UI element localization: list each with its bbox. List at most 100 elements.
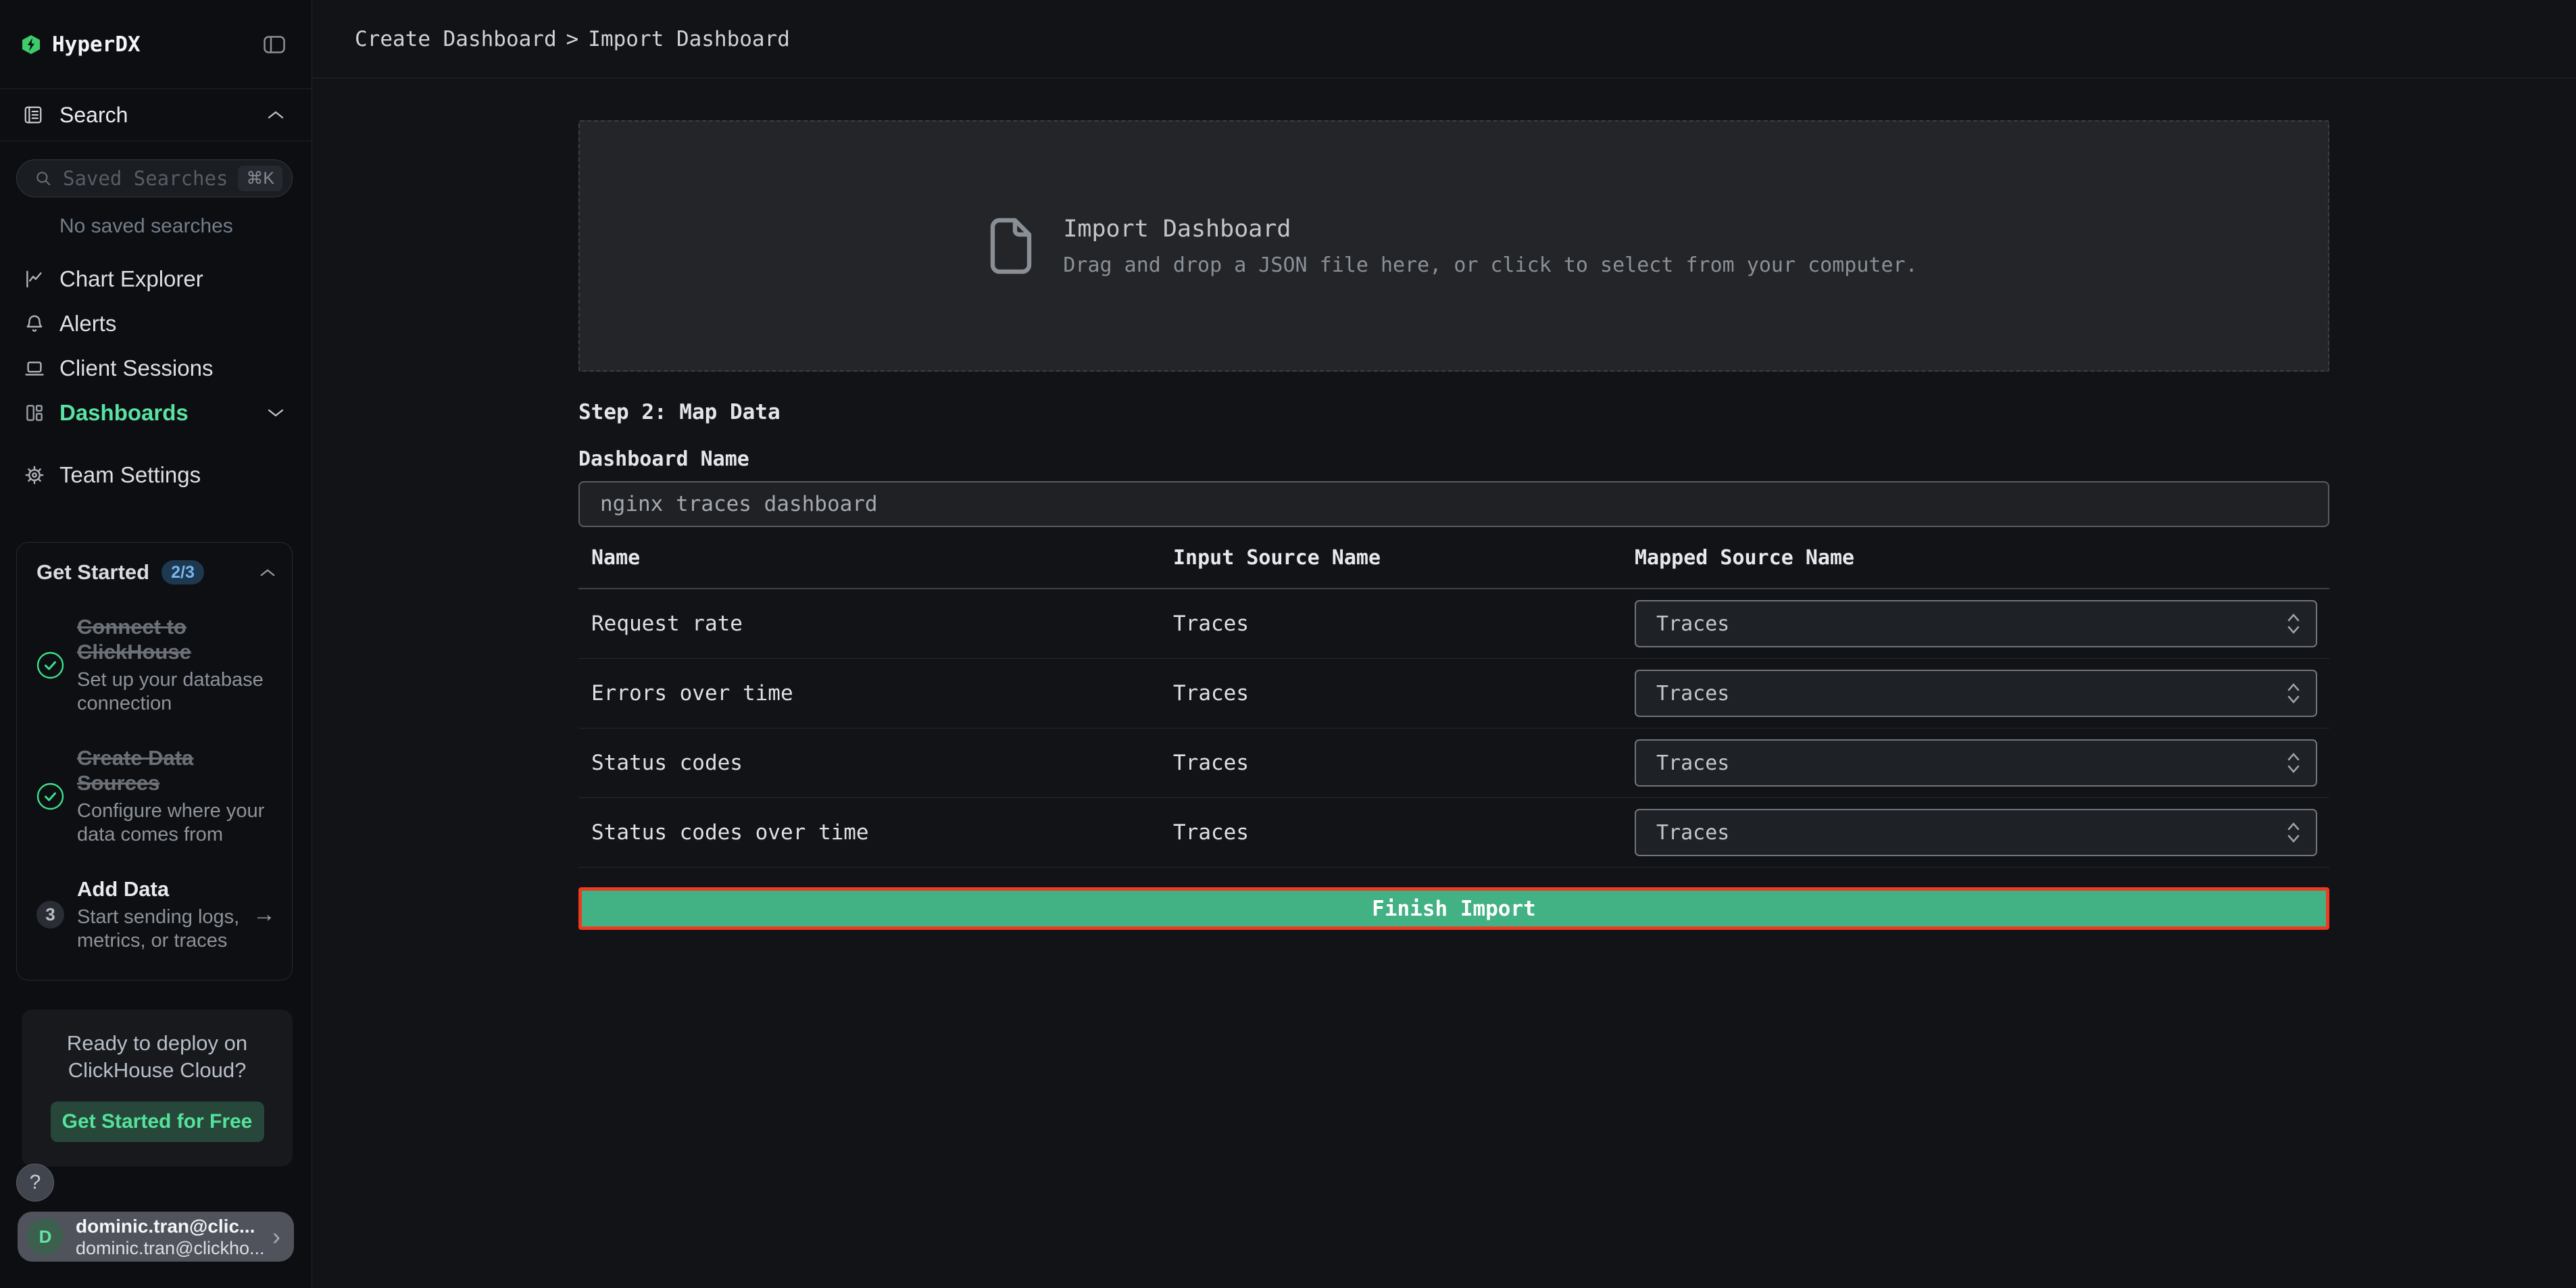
user-email: dominic.tran@clickho... — [76, 1237, 267, 1259]
search-section-icon — [23, 105, 43, 125]
selected-source: Traces — [1656, 682, 1729, 705]
clickhouse-cloud-card: Ready to deploy on ClickHouse Cloud? Get… — [22, 1010, 293, 1166]
breadcrumb-create-dashboard[interactable]: Create Dashboard — [355, 27, 557, 51]
sidebar-item-client-sessions[interactable]: Client Sessions — [0, 346, 312, 391]
keyboard-shortcut-badge: ⌘K — [238, 166, 282, 191]
mapping-table: Name Input Source Name Mapped Source Nam… — [578, 527, 2329, 868]
chart-icon — [24, 269, 45, 289]
cloud-card-text-line2: ClickHouse Cloud? — [22, 1057, 293, 1084]
table-row: Errors over time Traces Traces — [578, 659, 2329, 728]
select-chevrons-icon — [2286, 751, 2301, 774]
app-title: HyperDX — [52, 32, 263, 57]
input-source-cell: Traces — [1173, 820, 1635, 845]
sidebar-item-dashboards[interactable]: Dashboards — [0, 391, 312, 435]
get-started-title: Get Started — [36, 560, 149, 585]
finish-import-label: Finish Import — [1372, 897, 1536, 921]
dashboard-name-label: Dashboard Name — [578, 447, 2329, 471]
input-source-cell: Traces — [1173, 751, 1635, 775]
breadcrumb-import-dashboard: Import Dashboard — [588, 27, 790, 51]
chart-name-cell: Request rate — [591, 612, 1173, 636]
get-started-step-connect[interactable]: Connect to ClickHouse Set up your databa… — [36, 614, 276, 716]
collapse-sidebar-icon[interactable] — [263, 35, 286, 54]
step-title: Connect to ClickHouse — [77, 614, 276, 664]
gear-icon — [24, 465, 45, 485]
saved-searches-input[interactable]: Saved Searches ⌘K — [16, 159, 293, 197]
help-button[interactable]: ? — [16, 1164, 54, 1202]
chart-name-cell: Status codes — [591, 751, 1173, 775]
mapped-source-select[interactable]: Traces — [1635, 739, 2317, 787]
user-name: dominic.tran@clic... — [76, 1215, 267, 1237]
chevron-right-icon: › — [272, 1222, 280, 1251]
select-chevrons-icon — [2286, 682, 2301, 705]
sidebar-item-label: Chart Explorer — [59, 266, 284, 292]
logo-row: HyperDX — [0, 0, 312, 89]
dashboard-icon — [24, 403, 45, 423]
sidebar-item-label: Alerts — [59, 311, 284, 337]
table-row: Status codes Traces Traces — [578, 728, 2329, 798]
sidebar-item-alerts[interactable]: Alerts — [0, 301, 312, 346]
mapped-source-select[interactable]: Traces — [1635, 809, 2317, 856]
column-header-mapped-source: Mapped Source Name — [1635, 546, 2329, 570]
table-row: Status codes over time Traces Traces — [578, 798, 2329, 868]
avatar: D — [27, 1218, 64, 1255]
breadcrumb-separator: > — [566, 27, 579, 51]
dropzone-title: Import Dashboard — [1063, 216, 1917, 243]
sidebar-item-label: Dashboards — [59, 400, 267, 426]
search-section-label: Search — [59, 103, 267, 128]
input-source-cell: Traces — [1173, 612, 1635, 636]
select-chevrons-icon — [2286, 612, 2301, 635]
sidebar-section-search[interactable]: Search — [0, 89, 312, 141]
sidebar-item-label: Client Sessions — [59, 355, 284, 381]
step-description: Configure where your data comes from — [77, 799, 276, 847]
step-title: Create Data Sources — [77, 745, 276, 795]
topbar: Create Dashboard > Import Dashboard — [312, 0, 2576, 78]
finish-import-button[interactable]: Finish Import — [578, 887, 2329, 930]
input-source-cell: Traces — [1173, 681, 1635, 705]
arrow-right-icon: → — [253, 901, 276, 928]
get-started-step-add-data[interactable]: 3 Add Data Start sending logs, metrics, … — [36, 876, 276, 953]
saved-searches-placeholder: Saved Searches — [63, 167, 238, 190]
column-header-input-source: Input Source Name — [1173, 546, 1635, 570]
chevron-up-icon — [267, 109, 284, 120]
dashboard-name-input[interactable] — [578, 481, 2329, 527]
step-number-badge: 3 — [36, 901, 64, 928]
import-dashboard-content: Import Dashboard Drag and drop a JSON fi… — [312, 78, 2329, 930]
chevron-down-icon — [267, 407, 284, 418]
chart-name-cell: Status codes over time — [591, 820, 1173, 845]
user-account-chip[interactable]: D dominic.tran@clic... dominic.tran@clic… — [18, 1212, 294, 1262]
get-started-header[interactable]: Get Started 2/3 — [36, 560, 276, 585]
laptop-icon — [24, 358, 45, 378]
select-chevrons-icon — [2286, 821, 2301, 844]
bell-icon — [24, 314, 45, 334]
chevron-up-icon — [259, 568, 276, 578]
step-description: Set up your database connection — [77, 668, 276, 716]
progress-badge: 2/3 — [162, 560, 204, 585]
sidebar-nav: Chart Explorer Alerts Client Sessions — [0, 257, 312, 497]
search-icon — [34, 170, 52, 187]
sidebar: HyperDX Search Sa — [0, 0, 312, 1288]
table-header-row: Name Input Source Name Mapped Source Nam… — [578, 527, 2329, 589]
breadcrumb: Create Dashboard > Import Dashboard — [355, 27, 790, 51]
file-icon — [990, 218, 1033, 274]
step-title: Add Data — [77, 876, 246, 901]
json-dropzone[interactable]: Import Dashboard Drag and drop a JSON fi… — [578, 120, 2329, 372]
no-saved-searches-text: No saved searches — [59, 215, 312, 238]
dropzone-subtitle: Drag and drop a JSON file here, or click… — [1063, 253, 1917, 277]
table-row: Request rate Traces Traces — [578, 589, 2329, 659]
step-heading: Step 2: Map Data — [578, 400, 2329, 424]
check-circle-icon — [36, 651, 64, 679]
mapped-source-select[interactable]: Traces — [1635, 670, 2317, 717]
chart-name-cell: Errors over time — [591, 681, 1173, 705]
cloud-card-text-line1: Ready to deploy on — [22, 1030, 293, 1057]
sidebar-item-label: Team Settings — [59, 462, 284, 488]
sidebar-item-chart-explorer[interactable]: Chart Explorer — [0, 257, 312, 301]
selected-source: Traces — [1656, 821, 1729, 845]
step-description: Start sending logs, metrics, or traces — [77, 906, 246, 953]
get-started-free-button[interactable]: Get Started for Free — [51, 1101, 264, 1142]
selected-source: Traces — [1656, 751, 1729, 775]
check-circle-icon — [36, 783, 64, 810]
get-started-step-sources[interactable]: Create Data Sources Configure where your… — [36, 745, 276, 847]
mapped-source-select[interactable]: Traces — [1635, 600, 2317, 647]
main-area: Create Dashboard > Import Dashboard Import… — [312, 0, 2576, 1288]
sidebar-item-team-settings[interactable]: Team Settings — [0, 453, 312, 497]
